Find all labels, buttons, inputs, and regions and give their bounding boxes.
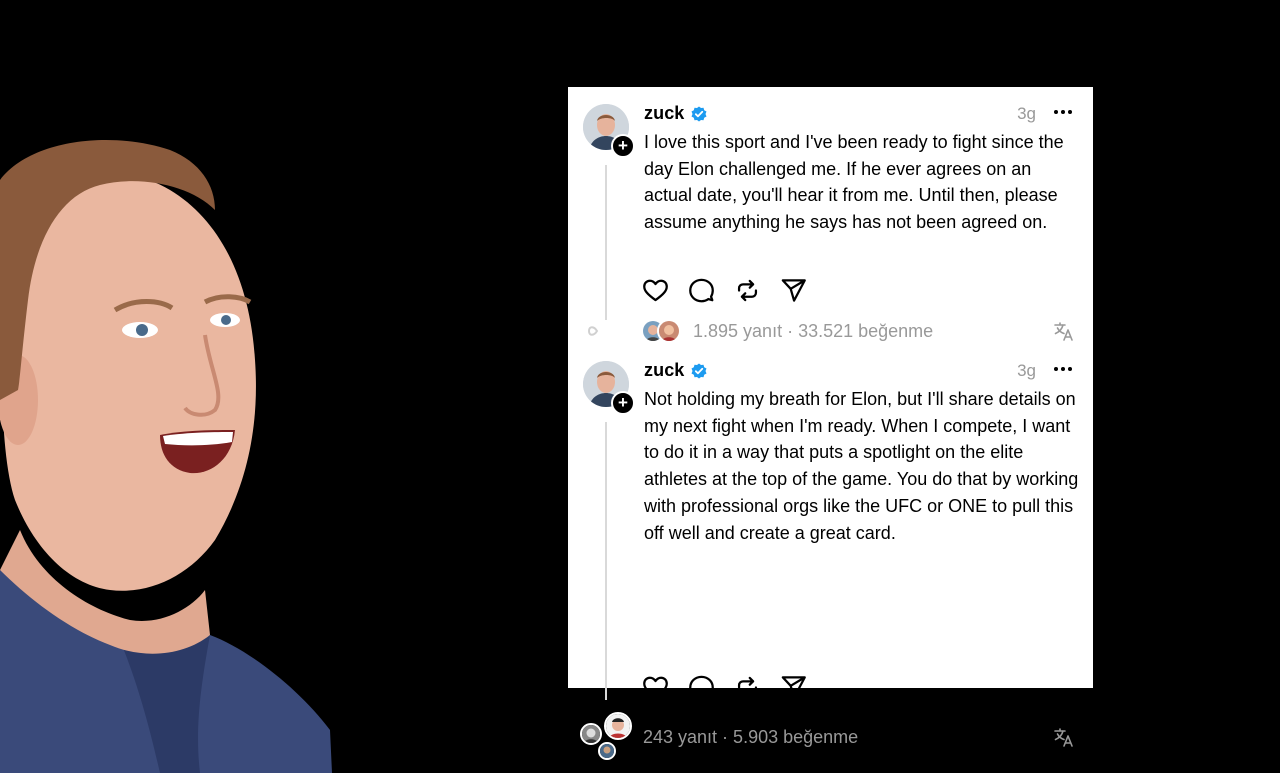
username[interactable]: zuck (644, 360, 684, 381)
replier-avatar[interactable] (657, 319, 681, 343)
comment-icon[interactable] (688, 277, 715, 304)
verified-badge-icon (691, 106, 707, 121)
translate-icon[interactable] (1053, 726, 1075, 748)
replier-avatar[interactable] (604, 712, 632, 740)
post-stats[interactable]: 243 yanıt · 5.903 beğenme (643, 727, 858, 748)
thread-line (605, 165, 607, 320)
verified-badge-icon (691, 363, 707, 378)
more-options-icon[interactable] (1053, 359, 1073, 379)
more-options-icon[interactable] (1053, 102, 1073, 122)
person-photo (0, 140, 332, 773)
heart-icon[interactable] (642, 674, 669, 701)
send-icon[interactable] (780, 277, 807, 304)
post-stats[interactable]: 1.895 yanıt · 33.521 beğenme (693, 321, 933, 342)
post-actions (642, 674, 807, 701)
post-time: 3g (1017, 104, 1036, 123)
post-actions (642, 277, 807, 304)
repost-icon[interactable] (734, 277, 761, 304)
post-header: zuck (644, 103, 707, 124)
post-time: 3g (1017, 361, 1036, 380)
thread-loop-icon (588, 326, 599, 336)
username[interactable]: zuck (644, 103, 684, 124)
post-text: Not holding my breath for Elon, but I'll… (644, 389, 1079, 543)
replier-avatar[interactable] (598, 742, 616, 760)
heart-icon[interactable] (642, 277, 669, 304)
plus-icon[interactable]: + (611, 391, 635, 415)
post-header: zuck (644, 360, 707, 381)
threads-card: + zuck 3g I love this sport and I've bee… (568, 87, 1093, 760)
comment-icon[interactable] (688, 674, 715, 701)
translate-icon[interactable] (1053, 320, 1075, 342)
avatar[interactable]: + (583, 104, 635, 158)
repost-icon[interactable] (734, 674, 761, 701)
avatar[interactable]: + (583, 361, 635, 415)
thread-line (605, 422, 607, 700)
plus-icon[interactable]: + (611, 134, 635, 158)
replier-avatar[interactable] (580, 723, 602, 745)
post-text: I love this sport and I've been ready to… (644, 132, 1064, 233)
send-icon[interactable] (780, 674, 807, 701)
screenshot-stage: + zuck 3g I love this sport and I've bee… (0, 0, 1280, 773)
